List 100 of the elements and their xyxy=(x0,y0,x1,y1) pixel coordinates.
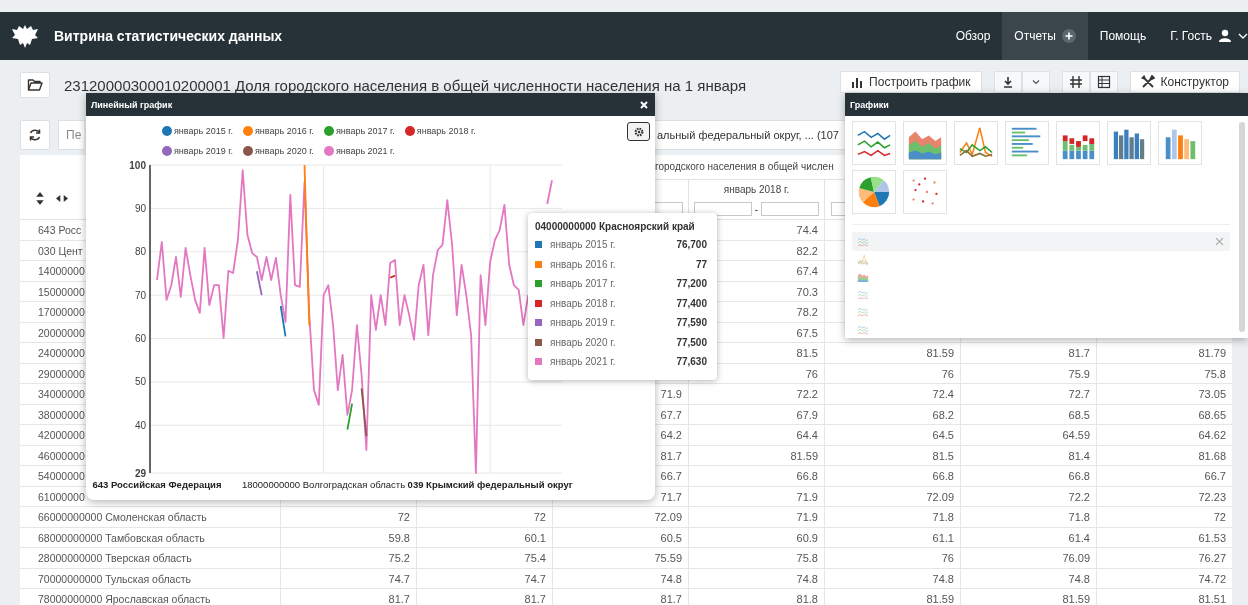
axis-tick-label: 70 xyxy=(134,289,146,301)
build-chart-button[interactable]: Построить график xyxy=(840,71,982,93)
table-cell: 60.9 xyxy=(796,531,818,544)
refresh-button[interactable] xyxy=(20,120,50,150)
tooltip-label: январь 2015 г. xyxy=(550,239,616,251)
expand-columns-icon[interactable] xyxy=(56,194,68,202)
table-cell: 81.8 xyxy=(796,593,818,605)
table-cell: 70000000000 Тульская область xyxy=(38,572,191,585)
tooltip-label: январь 2021 г. xyxy=(550,356,616,368)
nav-link[interactable]: Г. Гость xyxy=(1158,12,1248,60)
search-field[interactable]: Пе xyxy=(58,120,84,150)
report-title: 23120000300010200001 Доля городского населения в общей численности населения на 1 января xyxy=(64,76,748,94)
table-cell: 73.05 xyxy=(1198,388,1226,400)
table-cell: 68.65 xyxy=(1198,408,1226,421)
axis-tick-label: 29 xyxy=(134,467,146,479)
table-cell: 75.4 xyxy=(524,552,546,564)
table-cell: 81.7 xyxy=(1068,347,1090,359)
tooltip-label: январь 2018 г. xyxy=(550,297,616,309)
range-filter-field[interactable] xyxy=(693,202,752,216)
table-cell: 15000000 xyxy=(38,285,85,298)
legend-label[interactable]: январь 2018 г. xyxy=(416,126,476,136)
axis-tick-label: 60 xyxy=(134,333,146,344)
columns-button[interactable] xyxy=(1061,71,1090,93)
column-header[interactable]: январь 2018 г. xyxy=(688,179,824,199)
tooltip-title: 04000000000 Красноярский край xyxy=(535,221,696,232)
table-cell: 67.9 xyxy=(796,408,818,421)
table-cell: 030 Цент xyxy=(38,244,83,257)
legend-label[interactable]: январь 2015 г. xyxy=(174,126,233,136)
table-cell: 81.7 xyxy=(660,593,682,605)
table-cell: 46000000 xyxy=(38,449,85,462)
table-cell: 78.2 xyxy=(796,306,818,318)
chart-type-button[interactable] xyxy=(1158,121,1202,165)
table-cell: 72.2 xyxy=(1068,490,1090,503)
table-cell: 66000000000 Смоленская область xyxy=(38,511,207,523)
nav-link[interactable]: Помощь xyxy=(1087,12,1159,60)
range-filter-field[interactable] xyxy=(761,202,820,216)
table-view-button[interactable] xyxy=(1089,71,1118,93)
settings-button[interactable] xyxy=(627,122,650,141)
table-cell: 76 xyxy=(941,367,954,380)
table-cell: 71.8 xyxy=(1068,511,1090,523)
table-cell: 75.59 xyxy=(654,552,682,564)
table-cell: 81.7 xyxy=(524,593,546,605)
legend-label[interactable]: январь 2016 г. xyxy=(254,126,314,136)
range-separator: - xyxy=(754,203,759,215)
table-cell: 61000000 xyxy=(38,490,85,503)
table-cell: 74.8 xyxy=(1068,572,1090,585)
download-icon xyxy=(1001,76,1014,88)
gear-icon xyxy=(633,126,644,137)
table-cell: 61.4 xyxy=(1068,531,1090,544)
bar-chart-icon xyxy=(851,76,864,88)
legend-label[interactable]: январь 2020 г. xyxy=(254,146,314,156)
table-cell: 67.4 xyxy=(796,265,818,277)
table-cell: 75.9 xyxy=(1068,367,1090,380)
nav-link[interactable]: Обзор xyxy=(943,12,1003,60)
table-cell: 81.5 xyxy=(796,347,818,359)
tooltip-value: 77,590 xyxy=(676,317,707,329)
table-cell: 72 xyxy=(1213,511,1226,523)
chart-type-button[interactable] xyxy=(852,121,896,165)
folder-button[interactable] xyxy=(20,72,50,98)
table-cell: 61.53 xyxy=(1198,531,1226,544)
table-cell: 78000000000 Ярославская область xyxy=(38,593,211,605)
column-group-header: городского населения в общей числен xyxy=(655,161,834,172)
table-cell: 60.1 xyxy=(524,531,546,544)
chart-type-button[interactable] xyxy=(954,121,998,165)
user-icon xyxy=(1218,29,1232,43)
table-cell: 67.7 xyxy=(660,408,682,421)
line-chart-icon xyxy=(857,253,869,266)
table-cell: 81.4 xyxy=(1068,449,1090,462)
nav-link[interactable]: Отчеты xyxy=(1002,12,1088,60)
axis-tick-label: 643 Российская Федерация xyxy=(92,479,222,490)
sort-icon[interactable] xyxy=(36,191,44,205)
chart-type-button[interactable] xyxy=(903,121,947,165)
table-cell: 54000000 xyxy=(38,470,85,482)
table-cell: 60.5 xyxy=(660,531,682,544)
tooltip-label: январь 2019 г. xyxy=(550,317,616,329)
chart-type-button[interactable] xyxy=(852,170,896,214)
tooltip-value: 76,700 xyxy=(676,239,707,251)
table-cell: 70.3 xyxy=(796,285,818,298)
chart-type-button[interactable] xyxy=(1056,121,1100,165)
legend-label[interactable]: январь 2021 г. xyxy=(335,146,395,156)
table-cell: 72.23 xyxy=(1198,490,1226,503)
table-cell: 81.59 xyxy=(790,449,818,462)
table-cell: 34000000 xyxy=(38,388,85,400)
builder-button[interactable]: Конструктор xyxy=(1129,71,1240,93)
download-button[interactable] xyxy=(993,71,1022,93)
axis-tick-label: 18000000000 Волгоградская область xyxy=(241,479,406,490)
selection-field[interactable]: альный федеральный округ, ... (107 xyxy=(655,120,845,150)
table-cell: 14000000 xyxy=(38,265,85,277)
table-cell: 74.8 xyxy=(660,572,682,585)
table-cell: 24000000 xyxy=(38,347,85,359)
table-cell: 64.59 xyxy=(1062,429,1090,441)
axis-tick-label: 80 xyxy=(134,246,146,258)
chart-type-button[interactable] xyxy=(1107,121,1151,165)
legend-label[interactable]: январь 2017 г. xyxy=(335,126,395,136)
scrollbar[interactable] xyxy=(1239,122,1245,332)
chart-type-button[interactable] xyxy=(1005,121,1049,165)
table-cell: 81.59 xyxy=(926,593,954,605)
legend-label[interactable]: январь 2019 г. xyxy=(174,146,233,156)
tooltip-value: 77,400 xyxy=(676,297,707,309)
axis-tick-label: 100 xyxy=(129,159,146,171)
